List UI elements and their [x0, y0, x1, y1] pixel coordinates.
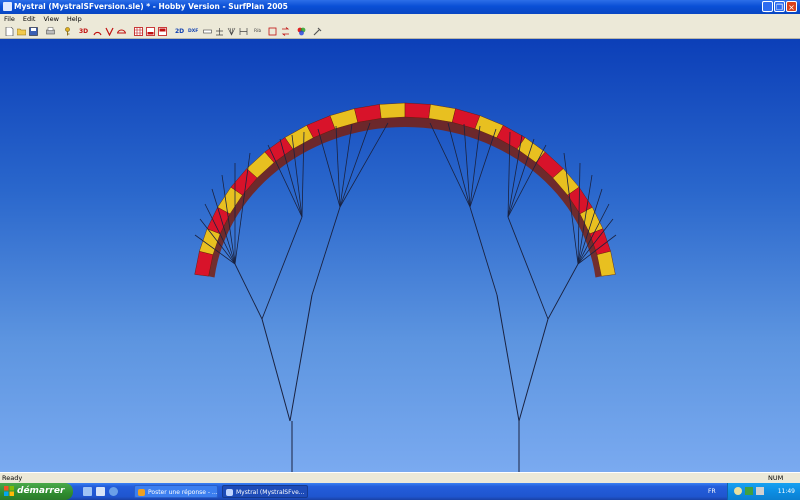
bridle-line	[339, 122, 389, 208]
leader-line	[496, 294, 520, 422]
bridle-line	[311, 206, 341, 296]
new-file-icon[interactable]	[5, 27, 14, 36]
task-surfplan-label: Mystral (MystralSFve...	[236, 489, 305, 496]
arc-icon[interactable]	[93, 27, 102, 36]
bridle-icon[interactable]	[227, 27, 236, 36]
rib-button[interactable]: Rib	[254, 27, 261, 36]
bridle-line	[507, 216, 549, 320]
swap-icon[interactable]	[281, 27, 290, 36]
balance-icon[interactable]	[215, 27, 224, 36]
tray-icon-1[interactable]	[734, 487, 742, 495]
title-bar: Mystral (MystralSFversion.sle) * - Hobby…	[0, 0, 800, 14]
close-button[interactable]: ×	[786, 1, 797, 12]
window-title: Mystral (MystralSFversion.sle) * - Hobby…	[14, 2, 288, 11]
bridle-line	[469, 206, 498, 296]
menu-view[interactable]: View	[39, 14, 62, 25]
bridle-line	[429, 122, 471, 208]
task-forum[interactable]: Poster une réponse - ...	[134, 485, 218, 498]
language-indicator[interactable]: FR	[708, 483, 716, 500]
frame-icon[interactable]	[268, 27, 277, 36]
taskbar: démarrer Poster une réponse - ... Mystra…	[0, 483, 800, 500]
view-3d-button[interactable]: 3D	[79, 27, 88, 36]
task-surfplan[interactable]: Mystral (MystralSFve...	[222, 485, 308, 498]
menu-bar: File Edit View Help	[0, 14, 800, 25]
status-text: Ready	[2, 474, 23, 482]
canopy-cell	[379, 102, 406, 119]
print-icon[interactable]	[46, 27, 55, 36]
toolbar: 3D 2D DXF Rib	[0, 25, 800, 39]
menu-help[interactable]: Help	[63, 14, 86, 25]
maximize-button[interactable]: ❐	[774, 1, 785, 12]
scale-icon[interactable]	[239, 27, 248, 36]
profile-icon[interactable]	[117, 27, 126, 36]
close-icon: ×	[788, 3, 795, 12]
tray-icon-2[interactable]	[745, 487, 753, 495]
clock: 11:49	[777, 488, 795, 495]
bridle-line	[261, 216, 303, 320]
maximize-icon: ❐	[775, 3, 784, 12]
arrow-icon[interactable]	[105, 27, 114, 36]
panel-alt-icon[interactable]	[158, 27, 167, 36]
system-tray: 11:49	[727, 483, 800, 500]
kite-3d-view[interactable]	[0, 39, 800, 472]
ruler-icon[interactable]	[203, 27, 212, 36]
menu-file[interactable]: File	[0, 14, 19, 25]
windows-flag-icon	[4, 486, 14, 496]
minimize-button[interactable]: _	[762, 1, 773, 12]
panel-icon[interactable]	[146, 27, 155, 36]
ie-icon[interactable]	[109, 487, 118, 496]
color-wheel-icon[interactable]	[297, 27, 306, 36]
surfplan-icon	[226, 489, 233, 496]
minimize-icon: _	[765, 3, 770, 12]
start-label: démarrer	[17, 486, 65, 496]
open-folder-icon[interactable]	[17, 27, 26, 36]
canopy-underside	[208, 117, 602, 278]
bridle-line	[547, 263, 579, 320]
leader-line	[518, 318, 549, 422]
tools-icon[interactable]	[313, 27, 322, 36]
start-button[interactable]: démarrer	[0, 483, 73, 500]
volume-icon[interactable]	[756, 487, 764, 495]
show-desktop-icon[interactable]	[83, 487, 92, 496]
status-bar: Ready NUM	[0, 472, 800, 483]
leader-line	[289, 294, 313, 422]
leader-line	[261, 318, 291, 422]
kite-model	[194, 102, 617, 472]
app-icon	[3, 2, 12, 11]
key-icon[interactable]	[63, 27, 72, 36]
bridle-line	[234, 263, 263, 320]
menu-edit[interactable]: Edit	[19, 14, 40, 25]
num-lock-indicator: NUM	[768, 474, 784, 482]
canopy-cell	[404, 102, 431, 119]
grid-icon[interactable]	[134, 27, 143, 36]
task-forum-label: Poster une réponse - ...	[148, 489, 218, 496]
view-2d-button[interactable]: 2D	[175, 27, 184, 36]
export-dxf-button[interactable]: DXF	[188, 27, 198, 36]
explorer-icon[interactable]	[96, 487, 105, 496]
save-icon[interactable]	[29, 27, 38, 36]
firefox-icon	[138, 489, 145, 496]
